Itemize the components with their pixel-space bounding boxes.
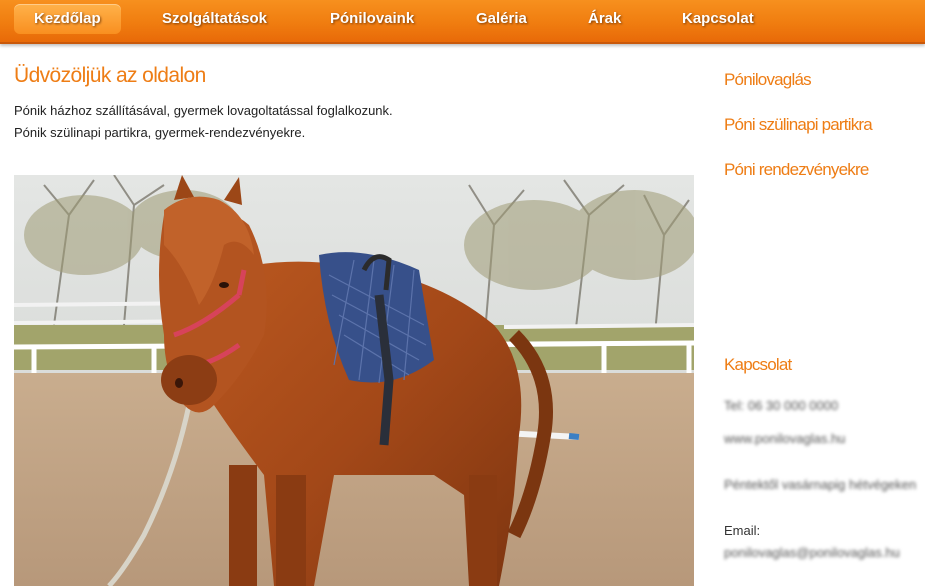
nav-item-gallery[interactable]: Galéria — [476, 4, 527, 34]
contact-phone: Tel: 06 30 000 0000 — [724, 398, 839, 413]
nav-item-services[interactable]: Szolgáltatások — [162, 4, 267, 34]
nav-item-ponies[interactable]: Pónilovaink — [330, 4, 414, 34]
nav-item-contact[interactable]: Kapcsolat — [682, 4, 754, 34]
top-navbar: Kezdőlap Szolgáltatások Pónilovaink Galé… — [0, 0, 925, 44]
sidebar-link-birthday-parties[interactable]: Póni szülinapi partikra — [724, 115, 873, 135]
contact-email[interactable]: ponilovaglas@ponilovaglas.hu — [724, 545, 900, 560]
sidebar-link-events[interactable]: Póni rendezvényekre — [724, 160, 869, 180]
page-title: Üdvözöljük az oldalon — [14, 64, 206, 87]
intro-text-1: Pónik házhoz szállításával, gyermek lova… — [14, 103, 393, 118]
sidebar-link-pony-riding[interactable]: Pónilovaglás — [724, 70, 812, 90]
contact-hours: Péntektől vasárnapig hétvégeken — [724, 477, 917, 492]
contact-email-label: Email: — [724, 523, 761, 538]
pony-photo — [14, 175, 694, 586]
nav-item-home[interactable]: Kezdőlap — [14, 4, 121, 34]
contact-title: Kapcsolat — [724, 355, 792, 374]
intro-text-2: Pónik szülinapi partikra, gyermek-rendez… — [14, 125, 306, 140]
nav-item-prices[interactable]: Árak — [588, 4, 621, 34]
contact-website[interactable]: www.ponilovaglas.hu — [724, 431, 845, 446]
